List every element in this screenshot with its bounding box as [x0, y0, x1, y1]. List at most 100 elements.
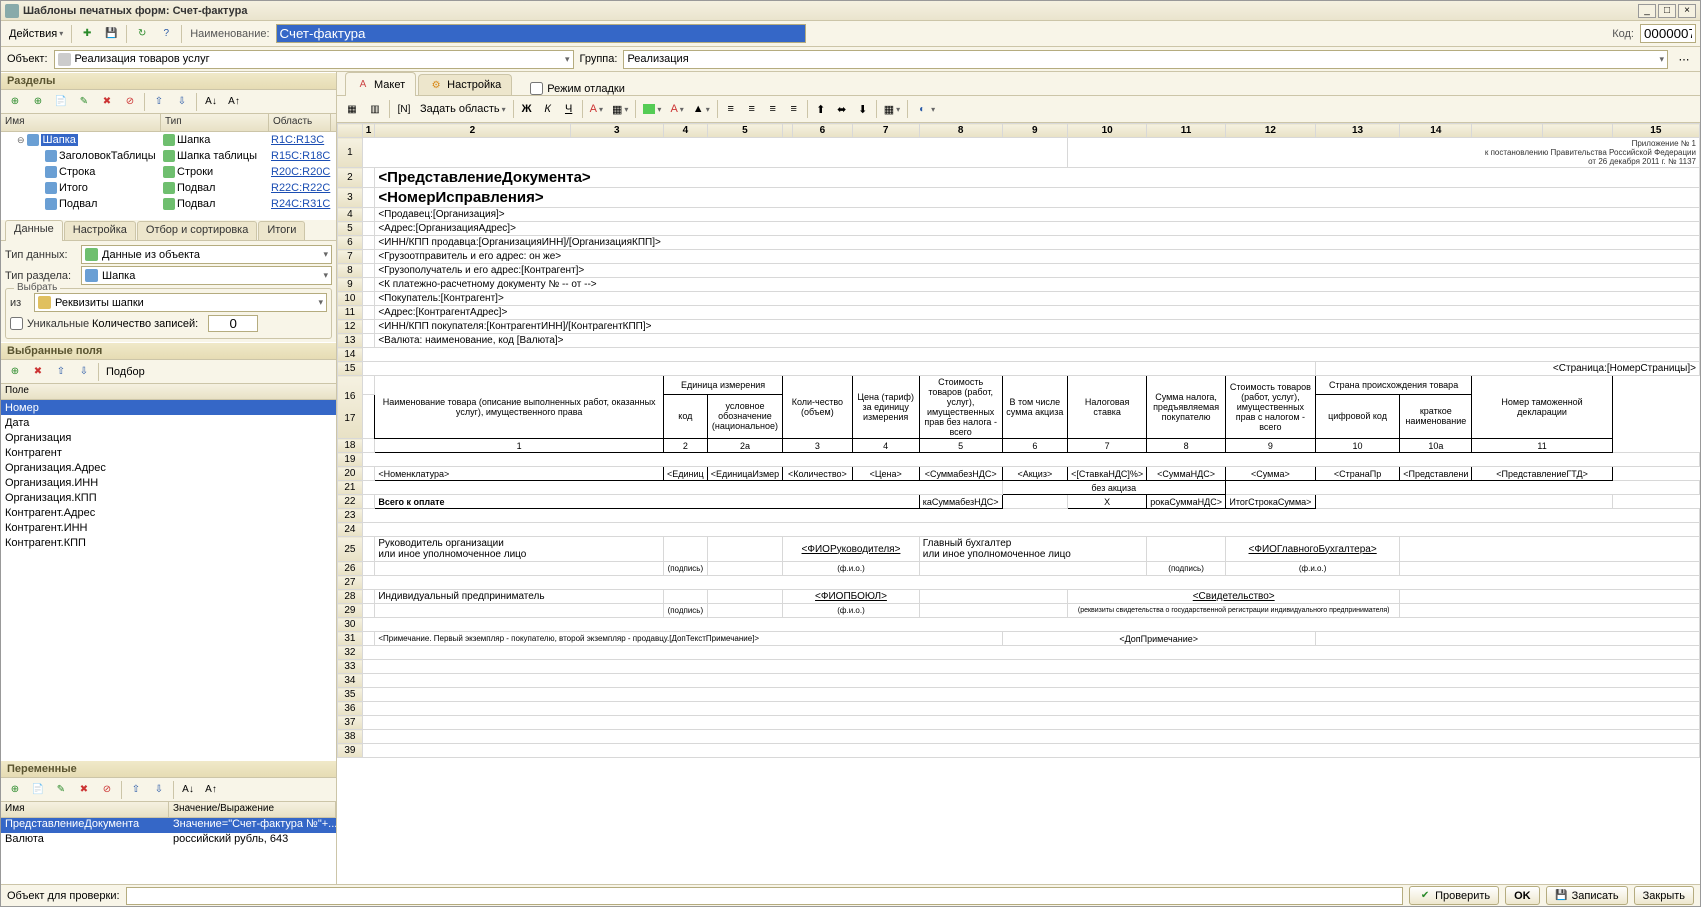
- valign-top-button[interactable]: ⬆: [811, 99, 831, 119]
- save-button[interactable]: 💾: [100, 24, 122, 44]
- valign-bot-button[interactable]: ⬇: [853, 99, 873, 119]
- section-row[interactable]: Подвал ПодвалR24C:R31C: [1, 196, 336, 212]
- var-sort-desc-button[interactable]: A↑: [200, 780, 222, 800]
- verify-button[interactable]: ✔Проверить: [1409, 886, 1499, 905]
- field-row[interactable]: Контрагент.КПП: [1, 535, 336, 550]
- field-row[interactable]: Организация.КПП: [1, 490, 336, 505]
- var-delete-button[interactable]: ✖: [73, 780, 95, 800]
- fld-add-button[interactable]: ⊕: [4, 362, 26, 382]
- field-row[interactable]: Контрагент.Адрес: [1, 505, 336, 520]
- underline-button[interactable]: Ч: [559, 99, 579, 119]
- section-row[interactable]: ЗаголовокТаблицы Шапка таблицыR15C:R18C: [1, 148, 336, 164]
- spreadsheet[interactable]: 1234567891011121314151Приложение № 1к по…: [337, 123, 1700, 884]
- name-input[interactable]: [276, 24, 806, 43]
- sec-delete-button[interactable]: ✖: [96, 92, 118, 112]
- var-row[interactable]: Валютароссийский рубль, 643: [1, 833, 336, 848]
- count-input[interactable]: [208, 315, 258, 332]
- section-row[interactable]: Строка СтрокиR20C:R20C: [1, 164, 336, 180]
- set-area-button[interactable]: Задать область: [416, 99, 510, 119]
- merge-button[interactable]: ▦: [880, 99, 904, 119]
- border-button[interactable]: ▦: [608, 99, 632, 119]
- field-row[interactable]: Контрагент.ИНН: [1, 520, 336, 535]
- object-combo[interactable]: Реализация товаров услуг: [54, 50, 574, 69]
- var-edit-button[interactable]: ✎: [50, 780, 72, 800]
- sec-copy-button[interactable]: 📄: [50, 92, 72, 112]
- minimize-button[interactable]: _: [1638, 4, 1656, 18]
- sec-up-button[interactable]: ⇧: [148, 92, 170, 112]
- align-center-button[interactable]: ≡: [742, 99, 762, 119]
- vars-title: Переменные: [1, 760, 336, 778]
- sec-add2-button[interactable]: ⊕: [27, 92, 49, 112]
- section-row[interactable]: Итого ПодвалR22C:R22C: [1, 180, 336, 196]
- align-left-button[interactable]: ≡: [721, 99, 741, 119]
- tab-settings[interactable]: Настройка: [64, 221, 136, 240]
- bordercolor-button[interactable]: ▲: [689, 99, 714, 119]
- close-button[interactable]: ×: [1678, 4, 1696, 18]
- write-button[interactable]: 💾Записать: [1546, 886, 1628, 905]
- podbor-button[interactable]: Подбор: [102, 362, 149, 382]
- field-row[interactable]: Дата: [1, 415, 336, 430]
- fld-down-button[interactable]: ⇩: [73, 362, 95, 382]
- format-toolbar: ▦ ▥ [N] Задать область Ж К Ч A ▦ A ▲ ≡ ≡…: [337, 96, 1700, 123]
- sec-add-button[interactable]: ⊕: [4, 92, 26, 112]
- var-row[interactable]: ПредставлениеДокументаЗначение="Счет-фак…: [1, 818, 336, 833]
- bgcolor-button[interactable]: [639, 99, 665, 119]
- fmt-table-button[interactable]: ▦: [341, 99, 363, 119]
- actions-menu[interactable]: Действия: [5, 24, 67, 44]
- sections-tree[interactable]: ⊖ Шапка ШапкаR1C:R13C ЗаголовокТаблицы Ш…: [1, 132, 336, 220]
- field-row[interactable]: Организация.Адрес: [1, 460, 336, 475]
- var-copy-button[interactable]: 📄: [27, 780, 49, 800]
- align-justify-button[interactable]: ≡: [784, 99, 804, 119]
- app-window: Шаблоны печатных форм: Счет-фактура _ □ …: [0, 0, 1701, 907]
- var-add-button[interactable]: ⊕: [4, 780, 26, 800]
- sec-sort-desc-button[interactable]: A↑: [223, 92, 245, 112]
- from-combo[interactable]: Реквизиты шапки: [34, 293, 327, 312]
- actions-more-button[interactable]: ⋯: [1674, 49, 1694, 69]
- close-form-button[interactable]: Закрыть: [1634, 886, 1694, 905]
- textcolor-button[interactable]: A: [666, 99, 687, 119]
- code-input[interactable]: [1640, 24, 1696, 43]
- tab-filter[interactable]: Отбор и сортировка: [137, 221, 257, 240]
- fmt-props-button[interactable]: ▥: [364, 99, 386, 119]
- field-row[interactable]: Номер: [1, 400, 336, 415]
- unique-checkbox[interactable]: Уникальные: [10, 317, 82, 330]
- font-button[interactable]: A: [586, 99, 607, 119]
- tab-data[interactable]: Данные: [5, 220, 63, 241]
- group-combo[interactable]: Реализация: [623, 50, 1668, 69]
- sectiontype-combo[interactable]: Шапка: [81, 266, 332, 285]
- field-row[interactable]: Контрагент: [1, 445, 336, 460]
- insert-button[interactable]: ◐: [911, 99, 939, 119]
- refresh-button[interactable]: ↻: [131, 24, 153, 44]
- fmt-names-button[interactable]: [N]: [393, 99, 415, 119]
- fld-up-button[interactable]: ⇧: [50, 362, 72, 382]
- align-right-button[interactable]: ≡: [763, 99, 783, 119]
- sec-edit-button[interactable]: ✎: [73, 92, 95, 112]
- debug-checkbox[interactable]: Режим отладки: [530, 82, 625, 95]
- valign-mid-button[interactable]: ⬌: [832, 99, 852, 119]
- ok-button[interactable]: OK: [1505, 886, 1540, 905]
- var-down-button[interactable]: ⇩: [148, 780, 170, 800]
- add-button[interactable]: ✚: [76, 24, 98, 44]
- tab-totals[interactable]: Итоги: [258, 221, 305, 240]
- bold-button[interactable]: Ж: [517, 99, 537, 119]
- check-object-input[interactable]: [126, 887, 1404, 905]
- sec-sort-asc-button[interactable]: A↓: [200, 92, 222, 112]
- var-sort-asc-button[interactable]: A↓: [177, 780, 199, 800]
- help-button[interactable]: ?: [155, 24, 177, 44]
- field-row[interactable]: Организация: [1, 430, 336, 445]
- tab-editor-settings[interactable]: ⚙Настройка: [418, 74, 512, 95]
- field-row[interactable]: Организация.ИНН: [1, 475, 336, 490]
- editor-tabs: AМакет ⚙Настройка Режим отладки: [337, 72, 1700, 96]
- sec-down-button[interactable]: ⇩: [171, 92, 193, 112]
- var-mark-button[interactable]: ⊘: [96, 780, 118, 800]
- maximize-button[interactable]: □: [1658, 4, 1676, 18]
- sec-mark-button[interactable]: ⊘: [119, 92, 141, 112]
- section-row[interactable]: ⊖ Шапка ШапкаR1C:R13C: [1, 132, 336, 148]
- italic-button[interactable]: К: [538, 99, 558, 119]
- tab-layout[interactable]: AМакет: [345, 72, 416, 96]
- vars-list[interactable]: ПредставлениеДокументаЗначение="Счет-фак…: [1, 818, 336, 884]
- fld-delete-button[interactable]: ✖: [27, 362, 49, 382]
- var-up-button[interactable]: ⇧: [125, 780, 147, 800]
- fields-list[interactable]: НомерДатаОрганизацияКонтрагентОрганизаци…: [1, 400, 336, 760]
- datatype-combo[interactable]: Данные из объекта: [81, 245, 332, 264]
